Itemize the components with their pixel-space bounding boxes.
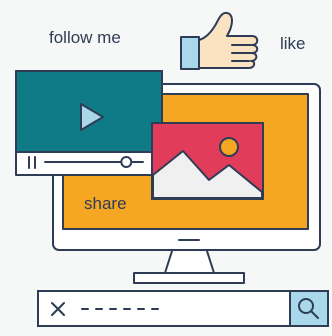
search-input-graphic: [51, 302, 159, 316]
video-progress-knob: [120, 156, 133, 168]
image-icon: [151, 122, 264, 200]
search-button[interactable]: [289, 292, 327, 325]
close-icon[interactable]: [51, 302, 65, 316]
search-input[interactable]: [39, 292, 289, 325]
video-player-icon: [15, 70, 163, 176]
thumbs-up-icon: [180, 11, 259, 70]
follow-me-label: follow me: [49, 28, 121, 47]
share-label: share: [84, 194, 127, 213]
search-bar: [37, 290, 329, 327]
like-label: like: [280, 34, 306, 53]
search-icon: [298, 298, 319, 319]
